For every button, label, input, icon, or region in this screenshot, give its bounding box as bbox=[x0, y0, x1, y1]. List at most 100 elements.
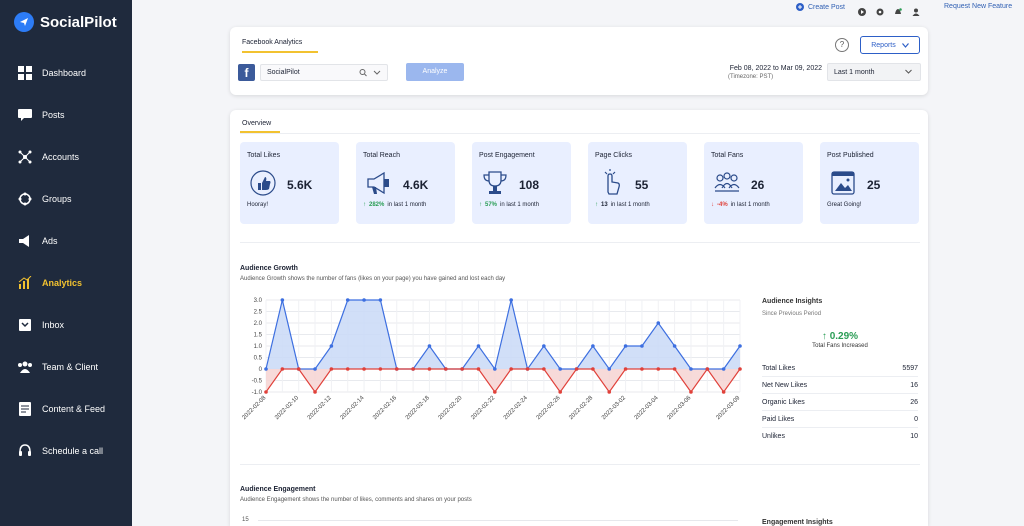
help-icon[interactable]: ? bbox=[835, 38, 849, 52]
insight-row-organic-likes: Organic Likes 26 bbox=[762, 394, 918, 411]
data-point bbox=[493, 367, 497, 371]
data-point bbox=[296, 367, 301, 371]
analytics-header-card: Facebook Analytics ? Reports f SocialPil… bbox=[230, 27, 928, 95]
y-tick-label: -1.0 bbox=[252, 390, 263, 396]
period-select[interactable]: Last 1 month bbox=[827, 63, 921, 81]
stat-change: 57% bbox=[485, 202, 498, 208]
data-point bbox=[476, 367, 481, 371]
data-point bbox=[329, 367, 334, 371]
sidebar-item-content-feed[interactable]: Content & Feed bbox=[0, 388, 132, 430]
data-point bbox=[411, 367, 415, 371]
sidebar: SocialPilot Dashboard Posts Accounts Gro… bbox=[0, 0, 132, 526]
data-point bbox=[738, 344, 742, 348]
data-point bbox=[672, 344, 677, 348]
audience-engagement-subtitle: Audience Engagement shows the number of … bbox=[240, 497, 472, 503]
data-point bbox=[264, 367, 268, 371]
data-point bbox=[476, 344, 481, 348]
create-post-button[interactable]: Create Post bbox=[796, 3, 845, 11]
plus-circle-icon bbox=[796, 3, 804, 11]
inbox-icon bbox=[16, 316, 34, 334]
user-icon[interactable] bbox=[912, 3, 920, 16]
divider bbox=[240, 242, 920, 243]
thumbs-up-icon bbox=[248, 168, 278, 198]
analyze-button[interactable]: Analyze bbox=[406, 63, 464, 81]
x-tick-label: 2022-02-12 bbox=[307, 395, 333, 421]
sidebar-item-accounts[interactable]: Accounts bbox=[0, 136, 132, 178]
data-point bbox=[721, 390, 726, 394]
data-point bbox=[656, 367, 661, 371]
period-select-value: Last 1 month bbox=[834, 69, 875, 76]
sidebar-item-label: Ads bbox=[42, 236, 58, 246]
trend-down-icon: ↓ bbox=[711, 202, 714, 208]
insight-value: 26 bbox=[910, 399, 918, 406]
stat-footer: ↓ -4% in last 1 month bbox=[711, 202, 770, 208]
data-point bbox=[640, 367, 644, 371]
y-tick-label: 0.5 bbox=[254, 356, 263, 362]
data-point bbox=[427, 344, 432, 348]
chevron-down-icon bbox=[373, 70, 381, 75]
x-tick-label: 2022-02-28 bbox=[568, 395, 594, 421]
sidebar-item-label: Posts bbox=[42, 110, 65, 120]
stat-card-post-published: Post Published 25 Great Going! bbox=[820, 142, 919, 224]
sidebar-item-posts[interactable]: Posts bbox=[0, 94, 132, 136]
tab-overview[interactable]: Overview bbox=[242, 120, 271, 127]
sidebar-item-team[interactable]: Team & Client bbox=[0, 346, 132, 388]
sidebar-item-inbox[interactable]: Inbox bbox=[0, 304, 132, 346]
gear-icon[interactable] bbox=[876, 3, 884, 16]
fans-icon bbox=[712, 168, 742, 198]
sidebar-item-dashboard[interactable]: Dashboard bbox=[0, 52, 132, 94]
audience-growth-subtitle: Audience Growth shows the number of fans… bbox=[240, 276, 506, 282]
stat-foot-text: in last 1 month bbox=[610, 202, 650, 208]
data-point bbox=[378, 298, 383, 302]
request-feature-link[interactable]: Request New Feature bbox=[944, 3, 1012, 10]
sidebar-nav: Dashboard Posts Accounts Groups Ads Anal… bbox=[0, 52, 132, 472]
x-tick-label: 2022-02-24 bbox=[503, 395, 529, 421]
sidebar-item-groups[interactable]: Groups bbox=[0, 178, 132, 220]
stat-foot-text: Great Going! bbox=[827, 202, 862, 208]
sidebar-item-ads[interactable]: Ads bbox=[0, 220, 132, 262]
data-point bbox=[378, 367, 383, 371]
megaphone-icon bbox=[364, 168, 394, 198]
audience-engagement-title: Audience Engagement bbox=[240, 486, 316, 493]
stat-change: 13 bbox=[601, 202, 608, 208]
x-tick-label: 2022-03-02 bbox=[601, 395, 627, 421]
tab-facebook-analytics[interactable]: Facebook Analytics bbox=[242, 39, 302, 46]
trend-up-icon: ↑ bbox=[363, 202, 366, 208]
reports-button[interactable]: Reports bbox=[860, 36, 920, 54]
insight-key: Net New Likes bbox=[762, 382, 808, 389]
stat-card-page-clicks: Page Clicks 55 ↑ 13 in last 1 month bbox=[588, 142, 687, 224]
sidebar-item-analytics[interactable]: Analytics bbox=[0, 262, 132, 304]
overview-card: Overview Total Likes 5.6K Hooray! Total … bbox=[230, 110, 928, 526]
timezone-label: (Timezone: PST) bbox=[728, 74, 774, 80]
notification-icon[interactable] bbox=[894, 3, 902, 14]
stat-card-total-likes: Total Likes 5.6K Hooray! bbox=[240, 142, 339, 224]
sidebar-item-schedule-call[interactable]: Schedule a call bbox=[0, 430, 132, 472]
chevron-down-icon bbox=[901, 42, 909, 48]
data-point bbox=[394, 367, 399, 371]
trend-up-icon: ↑ bbox=[595, 202, 598, 208]
dashboard-icon bbox=[16, 64, 34, 82]
stat-change: 282% bbox=[369, 202, 385, 208]
insight-row-net-new-likes: Net New Likes 16 bbox=[762, 377, 918, 394]
y-tick-label: -0.5 bbox=[252, 379, 263, 385]
x-tick-label: 2022-03-09 bbox=[715, 395, 741, 421]
stat-footer: ↑ 13 in last 1 month bbox=[595, 202, 650, 208]
account-select[interactable]: SocialPilot bbox=[260, 64, 388, 81]
insight-value: 16 bbox=[910, 382, 918, 389]
data-point bbox=[427, 367, 432, 371]
stat-value: 4.6K bbox=[403, 178, 429, 192]
stat-title: Post Engagement bbox=[479, 152, 535, 159]
insight-row-paid-likes: Paid Likes 0 bbox=[762, 411, 918, 428]
account-select-value: SocialPilot bbox=[267, 69, 300, 76]
data-point bbox=[689, 367, 693, 371]
play-icon[interactable] bbox=[858, 3, 866, 16]
data-point bbox=[558, 390, 563, 394]
stat-change: -4% bbox=[717, 202, 728, 208]
insight-key: Organic Likes bbox=[762, 399, 805, 406]
insight-value: 10 bbox=[910, 433, 918, 440]
insight-key: Paid Likes bbox=[762, 416, 795, 423]
trend-up-icon: ↑ bbox=[479, 202, 482, 208]
stat-value: 108 bbox=[519, 178, 540, 192]
brand[interactable]: SocialPilot bbox=[14, 12, 117, 32]
data-point bbox=[705, 367, 710, 371]
